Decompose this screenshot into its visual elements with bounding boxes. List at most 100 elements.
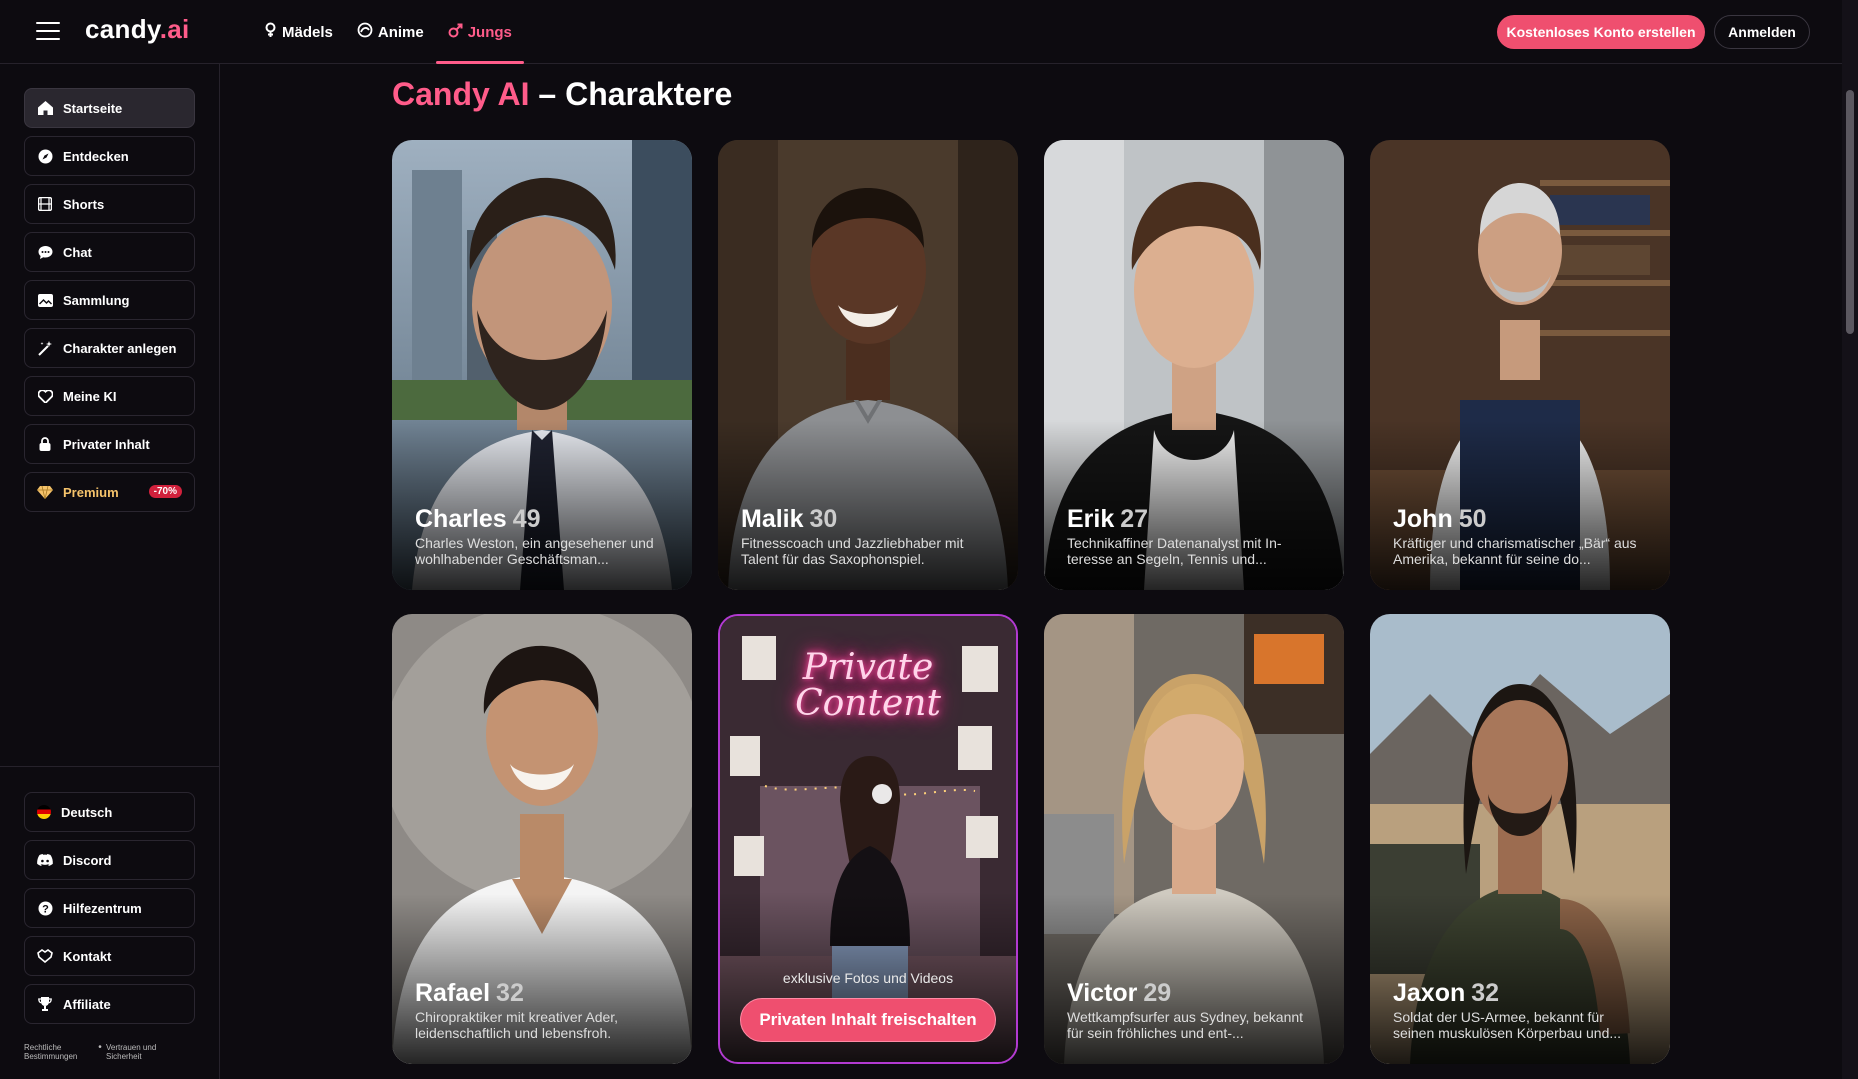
sidebar-item-label: Hilfezentrum bbox=[63, 900, 142, 916]
home-icon bbox=[37, 100, 53, 116]
unlock-private-content-button[interactable]: Privaten Inhalt freischalten bbox=[740, 998, 996, 1042]
age-text: 49 bbox=[512, 505, 541, 533]
logo[interactable]: candy.ai bbox=[85, 14, 190, 45]
character-desc: Soldat der US-Armee, bekannt für seinen … bbox=[1393, 1009, 1622, 1041]
contact-icon bbox=[37, 948, 53, 964]
discord-icon bbox=[37, 852, 53, 868]
character-name: Malik 30 bbox=[741, 505, 837, 534]
character-desc: Charles Weston, ein angesehener und wohl… bbox=[415, 535, 654, 567]
name-text: Erik bbox=[1067, 505, 1115, 533]
tab-anime[interactable]: Anime bbox=[345, 0, 436, 64]
sidebar-item-charakter-anlegen[interactable]: Charakter anlegen bbox=[24, 328, 195, 368]
age-text: 27 bbox=[1120, 505, 1149, 533]
name-text: Jaxon bbox=[1393, 979, 1466, 1007]
sidebar-item-sammlung[interactable]: Sammlung bbox=[24, 280, 195, 320]
age-text: 29 bbox=[1143, 979, 1172, 1007]
sidebar-item-hilfezentrum[interactable]: ? Hilfezentrum bbox=[24, 888, 195, 928]
sidebar-item-label: Entdecken bbox=[63, 148, 129, 164]
sidebar-item-label: Deutsch bbox=[61, 804, 113, 820]
sidebar-item-privater-inhalt[interactable]: Privater Inhalt bbox=[24, 424, 195, 464]
heart-icon bbox=[37, 388, 53, 404]
character-card-victor[interactable]: Victor 29 Wettkampfsurfer aus Sydney, be­… bbox=[1044, 614, 1344, 1064]
character-name: John 50 bbox=[1393, 505, 1487, 534]
login-button[interactable]: Anmelden bbox=[1714, 15, 1810, 49]
male-icon bbox=[448, 23, 463, 42]
sidebar-item-meine-ki[interactable]: Meine KI bbox=[24, 376, 195, 416]
diamond-icon bbox=[37, 484, 53, 500]
sidebar-item-label: Meine KI bbox=[63, 388, 117, 404]
tab-label: Jungs bbox=[467, 23, 512, 41]
help-icon: ? bbox=[37, 900, 53, 916]
character-card-malik[interactable]: Malik 30 Fitnesscoach und Jazzliebhaber m… bbox=[718, 140, 1018, 590]
menu-icon[interactable] bbox=[36, 22, 60, 42]
character-desc: Wettkampfsurfer aus Sydney, be­kannt für… bbox=[1067, 1009, 1304, 1041]
sidebar-item-label: Sammlung bbox=[63, 292, 130, 308]
anime-icon bbox=[357, 22, 373, 42]
tab-label: Mädels bbox=[282, 23, 333, 41]
age-text: 32 bbox=[496, 979, 524, 1007]
sidebar-item-entdecken[interactable]: Entdecken bbox=[24, 136, 195, 176]
sidebar-item-premium[interactable]: Premium -70% bbox=[24, 472, 195, 512]
sidebar-item-label: Chat bbox=[63, 244, 92, 260]
character-desc: Kräftiger und charismatischer „Bär“ aus … bbox=[1393, 535, 1637, 567]
sidebar-item-label: Discord bbox=[63, 852, 112, 868]
character-card-erik[interactable]: Erik 27 Technikaffiner Datenanalyst mit I… bbox=[1044, 140, 1344, 590]
sidebar-item-label: Startseite bbox=[63, 100, 123, 116]
character-name: Charles 49 bbox=[415, 505, 541, 534]
character-name: Erik 27 bbox=[1067, 505, 1148, 534]
female-icon bbox=[264, 22, 277, 42]
sidebar-item-label: Charakter anlegen bbox=[63, 340, 177, 356]
name-text: Victor bbox=[1067, 979, 1138, 1007]
private-content-card[interactable]: Private Content exklusive Fotos und Video… bbox=[718, 614, 1018, 1064]
private-content-neon: Private Content bbox=[720, 650, 1016, 722]
page-title-brand: Candy AI bbox=[392, 76, 530, 112]
magic-wand-icon bbox=[37, 340, 53, 356]
character-card-charles[interactable]: Charles 49 Charles Weston, ein angesehene… bbox=[392, 140, 692, 590]
page-title: Candy AI – Charaktere bbox=[392, 76, 732, 113]
trust-link[interactable]: Vertrauen und Sicherheit bbox=[106, 1043, 176, 1061]
discount-badge: -70% bbox=[148, 485, 182, 498]
character-desc: Chiropraktiker mit kreativer Ader, leide… bbox=[415, 1009, 619, 1041]
sidebar-item-kontakt[interactable]: Kontakt bbox=[24, 936, 195, 976]
tab-label: Anime bbox=[377, 23, 424, 41]
private-content-subtitle: exklusive Fotos und Videos bbox=[782, 970, 954, 986]
character-name: Jaxon 32 bbox=[1393, 979, 1499, 1008]
character-card-rafael[interactable]: Rafael 32 Chiropraktiker mit kreativer Ad… bbox=[392, 614, 692, 1064]
name-text: Charles bbox=[415, 505, 507, 533]
chat-icon bbox=[37, 244, 53, 260]
sidebar-item-shorts[interactable]: Shorts bbox=[24, 184, 195, 224]
collection-icon bbox=[37, 292, 53, 308]
character-card-john[interactable]: John 50 Kräftiger und charismatischer „Bä… bbox=[1370, 140, 1670, 590]
trophy-icon bbox=[37, 996, 53, 1012]
tab-jungs[interactable]: Jungs bbox=[435, 0, 525, 64]
character-desc: Fitnesscoach und Jazzliebhaber mit Talen… bbox=[741, 535, 964, 567]
sidebar: Startseite Entdecken Shorts Chat Sammlun… bbox=[0, 64, 220, 1079]
sidebar-item-label: Shorts bbox=[63, 196, 105, 212]
name-text: John bbox=[1393, 505, 1453, 533]
name-text: Rafael bbox=[415, 979, 491, 1007]
compass-icon bbox=[37, 148, 53, 164]
character-desc: Technikaffiner Datenanalyst mit In­teres… bbox=[1067, 535, 1282, 567]
tab-maedels[interactable]: Mädels bbox=[252, 0, 345, 64]
page-title-rest: – Charaktere bbox=[529, 76, 733, 112]
scrollbar-thumb[interactable] bbox=[1846, 90, 1854, 334]
character-name: Rafael 32 bbox=[415, 979, 524, 1008]
character-card-jaxon[interactable]: Jaxon 32 Soldat der US-Armee, bekannt für… bbox=[1370, 614, 1670, 1064]
character-name: Victor 29 bbox=[1067, 979, 1171, 1008]
sidebar-item-startseite[interactable]: Startseite bbox=[24, 88, 195, 128]
age-text: 32 bbox=[1471, 979, 1500, 1007]
lock-icon bbox=[37, 436, 53, 452]
footer-links: Rechtliche Bestimmungen • Vertrauen und … bbox=[24, 1043, 176, 1062]
neon-line: Content bbox=[795, 683, 941, 724]
sidebar-item-language[interactable]: Deutsch bbox=[24, 792, 195, 832]
sidebar-item-affiliate[interactable]: Affiliate bbox=[24, 984, 195, 1024]
svg-text:?: ? bbox=[42, 903, 49, 915]
sidebar-item-discord[interactable]: Discord bbox=[24, 840, 195, 880]
signup-button[interactable]: Kostenloses Konto erstellen bbox=[1497, 15, 1705, 49]
sidebar-item-label: Affiliate bbox=[63, 996, 111, 1012]
age-text: 50 bbox=[1458, 505, 1487, 533]
sidebar-item-label: Privater Inhalt bbox=[63, 436, 150, 452]
sidebar-item-chat[interactable]: Chat bbox=[24, 232, 195, 272]
film-icon bbox=[37, 196, 53, 212]
legal-link[interactable]: Rechtliche Bestimmungen bbox=[24, 1043, 94, 1061]
